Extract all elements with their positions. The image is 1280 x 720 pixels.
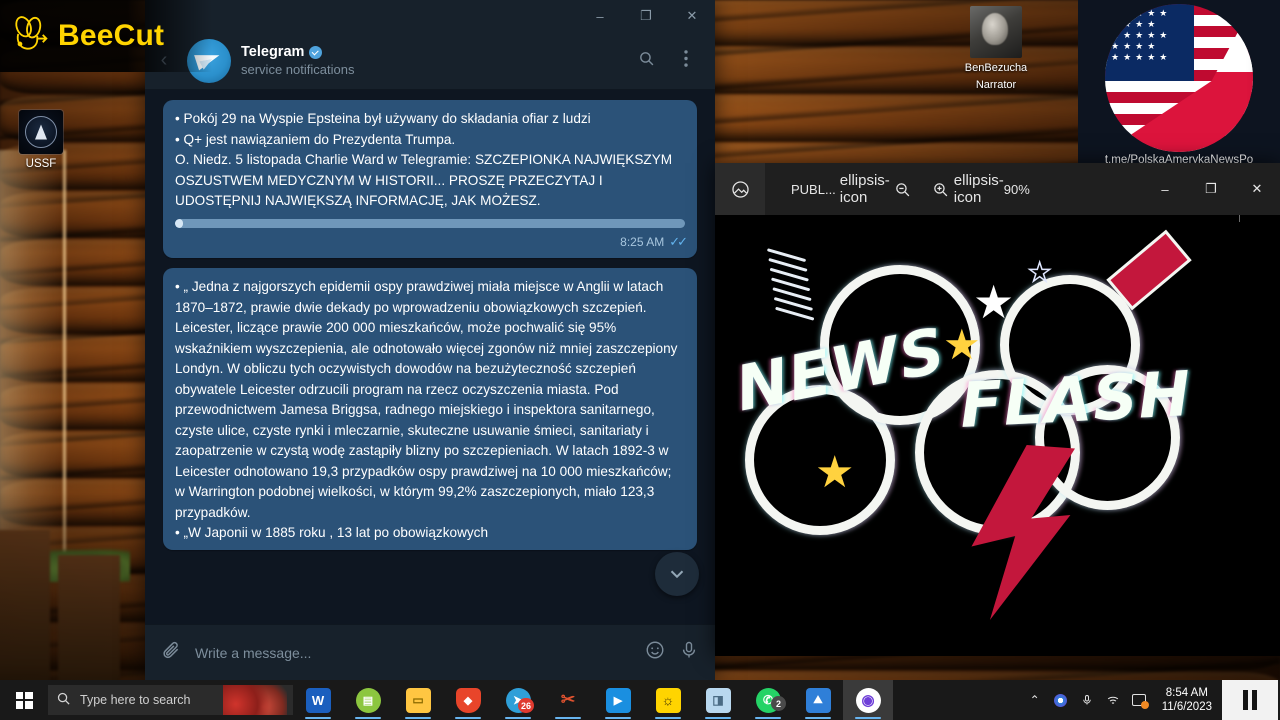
taskbar-item-onenote[interactable]: ◨ [693,680,743,720]
zoom-out-icon[interactable] [884,169,922,209]
desktop-icon-label: USSF [25,158,57,170]
photo-viewer-canvas[interactable]: ★ ★ ★ ★ NEWS FLASH [715,215,1280,656]
microphone-icon[interactable] [1074,680,1100,720]
taskbar-item-movies-and-tv[interactable]: ▶ [593,680,643,720]
portrait-avatar [970,6,1022,58]
taskbar-item-green-cloud-app[interactable]: ▤ [343,680,393,720]
news-flash-burst-icon: ★ ★ ★ ★ NEWS FLASH [715,215,1280,656]
taskbar-item-brave-browser[interactable]: ◆ [443,680,493,720]
clock-date: 11/6/2023 [1161,701,1212,713]
photos-app-icon[interactable] [715,163,765,215]
photo-viewer-minimize-button[interactable]: – [1142,169,1188,209]
telegram-chat-header: ‹ Telegram service notifications [145,32,715,90]
search-icon [56,691,71,709]
chat-title: Telegram [241,44,305,60]
channel-logo-panel: ★★★★★ ★★★★ ★★★★★ ★★★★ ★★★★★ t.me/PolskaAmery… [1078,0,1280,166]
double-check-icon: ✓✓ [669,233,688,249]
taskbar-item-telegram[interactable]: ➤ 26 [493,680,543,720]
search-input[interactable]: Type here to search [48,685,293,715]
message-input[interactable]: Write a message... [195,645,631,661]
message-line: • „ Jedna z najgorszych epidemii ospy pr… [175,279,678,520]
zoom-level-label: 90% [1003,181,1030,197]
search-placeholder: Type here to search [80,693,191,707]
desktop-icon-ussf[interactable]: USSF [10,110,72,170]
news-flash-word-2: FLASH [958,356,1194,443]
message-line: O. Niedz. 5 listopada Charlie Ward w Tel… [175,152,673,208]
narrator-name-line1: BenBezucha [964,62,1028,74]
clock-time: 8:54 AM [1165,687,1208,699]
telegram-minimize-button[interactable]: – [577,0,623,32]
photo-viewer-toolbar: PUBL... ellipsis-icon ellipsis-icon 90% … [715,163,1280,215]
whatsapp-unread-badge: 2 [771,696,786,711]
narrator-overlay: BenBezucha Narrator [962,6,1030,92]
bee-icon [8,14,52,59]
beecut-watermark: BeeCut [0,0,212,72]
taskbar-item-whatsapp[interactable]: ✆ 2 [743,680,793,720]
chat-subtitle: service notifications [241,62,355,77]
message-bubble[interactable]: • Pokój 29 na Wyspie Epsteina był używan… [163,100,697,258]
search-icon[interactable] [631,50,661,72]
pause-icon[interactable] [1222,680,1278,720]
taskbar-item-opera-browser[interactable]: ◉ [843,680,893,720]
telegram-message-list[interactable]: • Pokój 29 na Wyspie Epsteina był używan… [145,90,715,624]
taskbar-items: W ▤ ▭ ◆ ➤ 26 ✂ ▶ ☼ ◨ ✆ 2 ⛰ ◉ [293,680,893,720]
taskbar-clock[interactable]: 8:54 AM 11/6/2023 [1152,686,1222,714]
telegram-unread-badge: 26 [517,698,534,713]
photo-viewer-maximize-button[interactable]: ❐ [1188,169,1234,209]
chat-name-block: Telegram service notifications [241,44,621,77]
ellipsis-icon[interactable]: ellipsis-icon [954,169,1004,209]
action-center-icon[interactable] [1126,680,1152,720]
ellipsis-icon[interactable]: ellipsis-icon [840,169,890,209]
smiley-icon[interactable] [645,640,665,666]
telegram-titlebar: – ❐ ✕ [145,0,715,32]
telegram-close-button[interactable]: ✕ [669,0,715,32]
photo-viewer-window: PUBL... ellipsis-icon ellipsis-icon 90% … [715,163,1280,656]
narrator-name-line2: Narrator [975,79,1017,91]
telegram-maximize-button[interactable]: ❐ [623,0,669,32]
photo-viewer-close-button[interactable]: ✕ [1234,169,1280,209]
chevron-up-icon[interactable]: ⌃ [1022,680,1048,720]
taskbar-item-photos[interactable]: ⛰ [793,680,843,720]
ribbon-shape [1110,233,1188,307]
windows-start-icon[interactable] [0,680,48,720]
taskbar-item-file-explorer[interactable]: ▭ [393,680,443,720]
telegram-window: – ❐ ✕ ‹ Telegram service notifications [145,0,715,680]
message-bubble[interactable]: • „ Jedna z najgorszych epidemii ospy pr… [163,268,697,550]
telegram-composer: Write a message... [145,624,715,680]
verified-badge-icon [309,45,323,59]
message-time: 8:25 AM [620,234,665,249]
system-tray: ⌃ 8:54 AM 11/6/2023 [1022,680,1280,720]
microphone-icon[interactable] [679,640,699,666]
windows-taskbar: Type here to search W ▤ ▭ ◆ ➤ 26 ✂ ▶ ☼ ◨… [0,680,1280,720]
message-line: • „W Japonii w 1885 roku , 13 lat po obo… [175,525,489,540]
message-meta: 8:25 AM ✓✓ [175,232,688,253]
space-force-icon [19,110,63,154]
assistant-icon[interactable] [1048,680,1074,720]
chevron-down-icon[interactable] [655,552,699,596]
photo-viewer-title: PUBL... [791,181,836,197]
wifi-icon[interactable] [1100,680,1126,720]
message-line: • Q+ jest nawiązaniem do Prezydenta Trum… [175,131,456,147]
more-vertical-icon[interactable] [671,49,701,72]
beecut-label: BeeCut [58,19,165,52]
search-decoration [223,685,287,715]
paperclip-icon[interactable] [161,640,181,666]
us-poland-flag-icon: ★★★★★ ★★★★ ★★★★★ ★★★★ ★★★★★ [1105,4,1253,152]
taskbar-item-word[interactable]: W [293,680,343,720]
taskbar-item-beecut[interactable]: ☼ [643,680,693,720]
message-progress-bar[interactable] [175,218,685,228]
taskbar-item-snipping-tool[interactable]: ✂ [543,680,593,720]
message-line: • Pokój 29 na Wyspie Epsteina był używan… [175,111,591,126]
